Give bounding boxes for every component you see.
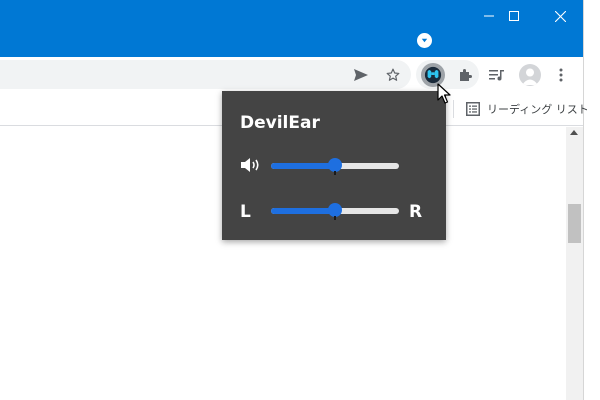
reading-list-icon <box>466 102 480 116</box>
divider <box>453 100 454 118</box>
scroll-up-arrow-icon[interactable] <box>570 130 578 135</box>
title-bar <box>0 0 583 57</box>
scrollbar-thumb[interactable] <box>568 204 581 243</box>
scrollbar[interactable] <box>566 127 583 400</box>
close-icon <box>554 10 566 22</box>
more-menu-icon[interactable] <box>550 64 572 86</box>
volume-slider[interactable] <box>271 158 399 175</box>
toolbar <box>0 57 583 92</box>
reading-list-button[interactable]: リーディング リスト <box>487 101 589 117</box>
send-icon[interactable] <box>350 64 372 86</box>
volume-icon <box>241 158 259 172</box>
playlist-icon[interactable] <box>486 64 508 86</box>
balance-left-label: L <box>240 202 251 222</box>
mouse-cursor-icon <box>437 83 451 104</box>
avatar[interactable] <box>519 64 541 86</box>
slider-thumb[interactable] <box>328 203 342 220</box>
maximize-button[interactable] <box>491 0 537 32</box>
slider-tick <box>334 216 336 220</box>
close-button[interactable] <box>537 0 583 32</box>
balance-slider[interactable] <box>271 203 399 220</box>
balance-right-label: R <box>409 202 423 222</box>
chevron-down-icon <box>421 38 428 43</box>
slider-fill <box>271 208 335 214</box>
popup-title: DevilEar <box>240 113 320 133</box>
puzzle-icon[interactable] <box>454 64 476 86</box>
maximize-icon <box>509 11 519 21</box>
slider-tick <box>334 171 336 175</box>
browser-window: リーディング リスト DevilEar L R <box>0 0 600 400</box>
slider-thumb[interactable] <box>328 158 342 175</box>
slider-fill <box>271 163 335 169</box>
tab-search-button[interactable] <box>417 33 432 48</box>
window-border <box>583 0 600 400</box>
devilear-popup: DevilEar L R <box>222 91 446 240</box>
star-icon[interactable] <box>382 64 404 86</box>
